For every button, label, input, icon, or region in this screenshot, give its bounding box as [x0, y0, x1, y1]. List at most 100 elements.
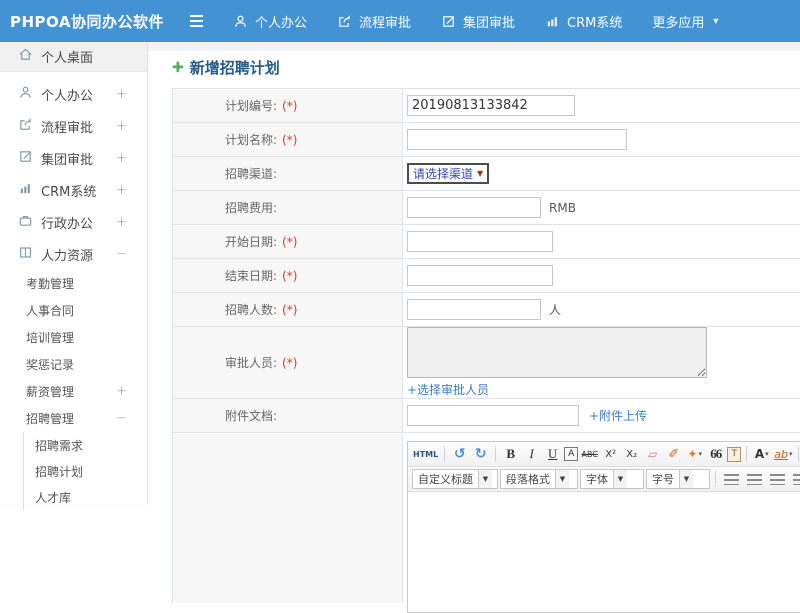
- expand-plus-icon[interactable]: +: [116, 87, 127, 102]
- channel-select[interactable]: 请选择渠道 ▼: [407, 163, 490, 184]
- sidebar-item-recruit-mgmt[interactable]: 招聘管理 −: [0, 405, 147, 432]
- bold-button[interactable]: B: [501, 444, 520, 464]
- chevron-down-icon: ▾: [765, 450, 769, 458]
- editor-content-area[interactable]: [408, 492, 800, 612]
- select-arrow-icon: ▼: [477, 169, 484, 178]
- field-label: 审批人员:: [225, 356, 278, 370]
- person-icon: [233, 14, 248, 29]
- redo-icon[interactable]: ↻: [471, 444, 490, 464]
- sidebar-item-recruit-plan[interactable]: 招聘计划: [24, 458, 147, 484]
- form-row-channel: 招聘渠道: 请选择渠道 ▼: [173, 157, 800, 191]
- subscript-button[interactable]: X₂: [622, 444, 641, 464]
- align-left-icon[interactable]: [724, 473, 739, 485]
- superscript-button[interactable]: X²: [601, 444, 620, 464]
- choose-approvers-link[interactable]: +选择审批人员: [407, 381, 489, 398]
- topnav-workflow-approval[interactable]: 流程审批: [337, 12, 411, 31]
- sidebar-item-recruit-demand[interactable]: 招聘需求: [24, 432, 147, 458]
- font-color-button[interactable]: A ▾: [752, 444, 771, 464]
- blockquote-button[interactable]: 66: [706, 444, 725, 464]
- briefcase-icon: [18, 213, 41, 232]
- start-date-input[interactable]: [407, 231, 553, 252]
- sidebar-item-workflow-approval[interactable]: 流程审批 +: [0, 110, 147, 142]
- auto-typeset-button[interactable]: ✦ ▾: [685, 444, 704, 464]
- plan-number-input[interactable]: [407, 95, 575, 116]
- form-row-plan-name: 计划名称: (*): [173, 123, 800, 157]
- chevron-down-icon: ▼: [613, 470, 627, 488]
- headcount-input[interactable]: [407, 299, 541, 320]
- expand-plus-icon[interactable]: +: [116, 384, 127, 399]
- form-row-plan-number: 计划编号: (*): [173, 89, 800, 123]
- top-navbar: PHPOA协同办公软件 个人办公 流程审批 集团审批 CRM系统 更多应用 ▾: [0, 0, 800, 42]
- form-row-start-date: 开始日期: (*): [173, 225, 800, 259]
- topnav-crm[interactable]: CRM系统: [545, 12, 622, 31]
- sidebar-item-crm[interactable]: CRM系统 +: [0, 174, 147, 206]
- paint-icon: ✦: [687, 447, 698, 461]
- form-row-attachment: 附件文档: +附件上传: [173, 399, 800, 433]
- source-code-button[interactable]: HTML: [412, 444, 439, 464]
- attachment-input[interactable]: [407, 405, 579, 426]
- field-label: 招聘渠道:: [225, 167, 278, 181]
- chevron-down-icon: ▼: [478, 470, 492, 488]
- end-date-input[interactable]: [407, 265, 553, 286]
- expand-plus-icon[interactable]: +: [116, 215, 127, 230]
- share-icon: [337, 14, 352, 29]
- rich-text-editor: HTML ↺ ↻ B I U A ABC X² X₂ ▱ ✐ ✦ ▾ 66 T …: [407, 441, 800, 613]
- sidebar-item-admin-office[interactable]: 行政办公 +: [0, 206, 147, 238]
- sidebar-item-group-approval[interactable]: 集团审批 +: [0, 142, 147, 174]
- expand-plus-icon[interactable]: +: [116, 151, 127, 166]
- main-content: ✚ 新增招聘计划 计划编号: (*) 计划名称: (*) 招聘渠道:: [148, 42, 800, 613]
- paste-text-button[interactable]: T: [727, 446, 742, 462]
- plan-name-input[interactable]: [407, 129, 627, 150]
- align-right-icon[interactable]: [770, 473, 785, 485]
- collapse-minus-icon[interactable]: −: [116, 247, 127, 262]
- format-brush-icon[interactable]: ✐: [664, 444, 683, 464]
- sidebar-item-salary[interactable]: 薪资管理 +: [0, 378, 147, 405]
- field-label: 开始日期:: [225, 235, 278, 249]
- required-mark: (*): [282, 355, 298, 370]
- currency-suffix: RMB: [549, 200, 576, 215]
- editor-toolbar-row2: 自定义标题 ▼ 段落格式 ▼ 字体 ▼ 字号 ▼: [408, 467, 800, 492]
- italic-button[interactable]: I: [522, 444, 541, 464]
- font-size-combo[interactable]: 字号 ▼: [646, 469, 710, 489]
- sidebar-item-talent-pool[interactable]: 人才库: [24, 484, 147, 510]
- sidebar: 个人桌面 个人办公 + 流程审批 + 集团审批 + CRM系统 + 行政办公 +…: [0, 42, 148, 510]
- sidebar-item-hr[interactable]: 人力资源 −: [0, 238, 147, 270]
- share-icon: [18, 117, 41, 136]
- char-border-button[interactable]: A: [564, 447, 579, 461]
- align-justify-icon[interactable]: [793, 473, 800, 485]
- required-mark: (*): [282, 98, 298, 113]
- paragraph-format-combo[interactable]: 段落格式 ▼: [500, 469, 578, 489]
- align-center-icon[interactable]: [747, 473, 762, 485]
- expand-plus-icon[interactable]: +: [116, 119, 127, 134]
- topnav-more-apps[interactable]: 更多应用 ▾: [652, 12, 718, 31]
- custom-title-combo[interactable]: 自定义标题 ▼: [412, 469, 498, 489]
- field-label: 招聘费用:: [225, 201, 278, 215]
- field-label: 附件文档:: [225, 409, 278, 423]
- strikethrough-button[interactable]: ABC: [580, 444, 599, 464]
- topnav-group-approval[interactable]: 集团审批: [441, 12, 515, 31]
- book-icon: [18, 245, 41, 264]
- highlight-color-button[interactable]: ab ▾: [773, 444, 793, 464]
- undo-icon[interactable]: ↺: [450, 444, 469, 464]
- required-mark: (*): [282, 268, 298, 283]
- sidebar-item-hr-contract[interactable]: 人事合同: [0, 297, 147, 324]
- font-family-combo[interactable]: 字体 ▼: [580, 469, 644, 489]
- eraser-icon[interactable]: ▱: [643, 444, 662, 464]
- menu-toggle-icon[interactable]: [190, 15, 203, 27]
- edit-icon: [441, 14, 456, 29]
- approvers-textarea[interactable]: [407, 327, 707, 378]
- sidebar-item-training[interactable]: 培训管理: [0, 324, 147, 351]
- topnav-personal-office[interactable]: 个人办公: [233, 12, 307, 31]
- underline-button[interactable]: U: [543, 444, 562, 464]
- home-icon: [18, 47, 41, 66]
- attachment-upload-link[interactable]: +附件上传: [589, 407, 647, 424]
- sidebar-item-desktop[interactable]: 个人桌面: [0, 42, 147, 72]
- cost-input[interactable]: [407, 197, 541, 218]
- field-label: 计划编号:: [225, 99, 278, 113]
- sidebar-item-rewards[interactable]: 奖惩记录: [0, 351, 147, 378]
- sidebar-item-personal-office[interactable]: 个人办公 +: [0, 78, 147, 110]
- expand-plus-icon[interactable]: +: [116, 183, 127, 198]
- sidebar-item-attendance[interactable]: 考勤管理: [0, 270, 147, 297]
- collapse-minus-icon[interactable]: −: [116, 411, 127, 426]
- chevron-down-icon: ▾: [713, 15, 719, 27]
